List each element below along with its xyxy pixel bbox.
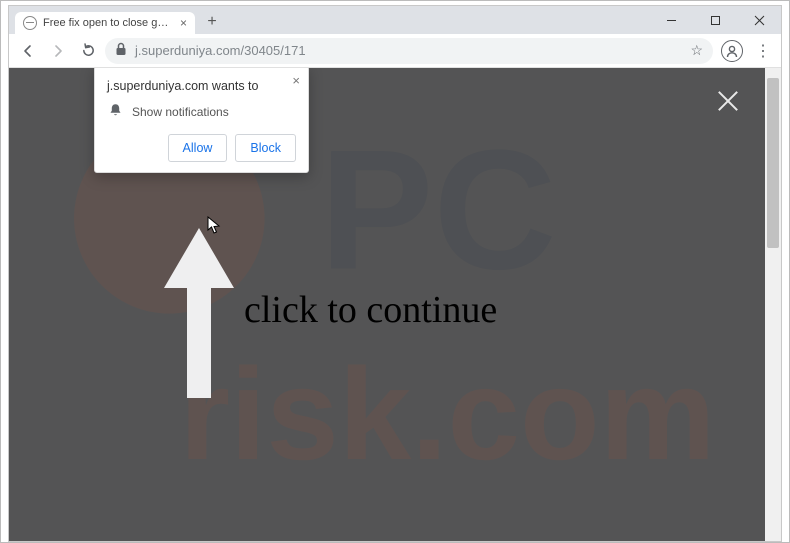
close-tab-icon[interactable]: × bbox=[180, 16, 187, 30]
minimize-button[interactable] bbox=[649, 6, 693, 34]
dialog-close-icon[interactable]: × bbox=[292, 73, 300, 88]
address-bar: j.superduniya.com/30405/171 ☆ ⋮ bbox=[9, 34, 781, 68]
tab-title: Free fix open to close game bbox=[43, 17, 174, 29]
dialog-title: j.superduniya.com wants to bbox=[107, 79, 296, 93]
lock-icon bbox=[115, 42, 127, 59]
scrollbar[interactable] bbox=[765, 68, 781, 541]
svg-text:PC: PC bbox=[320, 115, 557, 305]
bell-icon bbox=[109, 103, 122, 120]
new-tab-button[interactable]: + bbox=[203, 14, 221, 32]
page-content: PC risk.com click to continue × j.superd… bbox=[9, 68, 781, 541]
permission-label: Show notifications bbox=[132, 105, 229, 119]
notification-permission-dialog: × j.superduniya.com wants to Show notifi… bbox=[94, 68, 309, 173]
scrollbar-thumb[interactable] bbox=[767, 78, 779, 248]
page-close-icon[interactable] bbox=[715, 88, 741, 114]
svg-text:risk.com: risk.com bbox=[179, 341, 715, 487]
url-text: j.superduniya.com/30405/171 bbox=[135, 43, 306, 58]
click-to-continue-text: click to continue bbox=[244, 288, 497, 332]
forward-button[interactable] bbox=[45, 38, 71, 64]
allow-button[interactable]: Allow bbox=[168, 134, 228, 162]
permission-row: Show notifications bbox=[109, 103, 296, 120]
back-button[interactable] bbox=[15, 38, 41, 64]
titlebar: Free fix open to close game × + bbox=[9, 6, 781, 34]
window-controls bbox=[649, 6, 781, 34]
bookmark-star-icon[interactable]: ☆ bbox=[690, 42, 703, 59]
profile-avatar[interactable] bbox=[721, 40, 743, 62]
close-window-button[interactable] bbox=[737, 6, 781, 34]
browser-window: Free fix open to close game × + bbox=[8, 5, 782, 542]
kebab-menu-icon[interactable]: ⋮ bbox=[751, 41, 775, 61]
reload-button[interactable] bbox=[75, 38, 101, 64]
omnibox[interactable]: j.superduniya.com/30405/171 ☆ bbox=[105, 38, 713, 64]
maximize-button[interactable] bbox=[693, 6, 737, 34]
block-button[interactable]: Block bbox=[235, 134, 296, 162]
up-arrow-icon bbox=[159, 218, 239, 408]
globe-icon bbox=[23, 16, 37, 30]
browser-tab[interactable]: Free fix open to close game × bbox=[15, 12, 195, 34]
